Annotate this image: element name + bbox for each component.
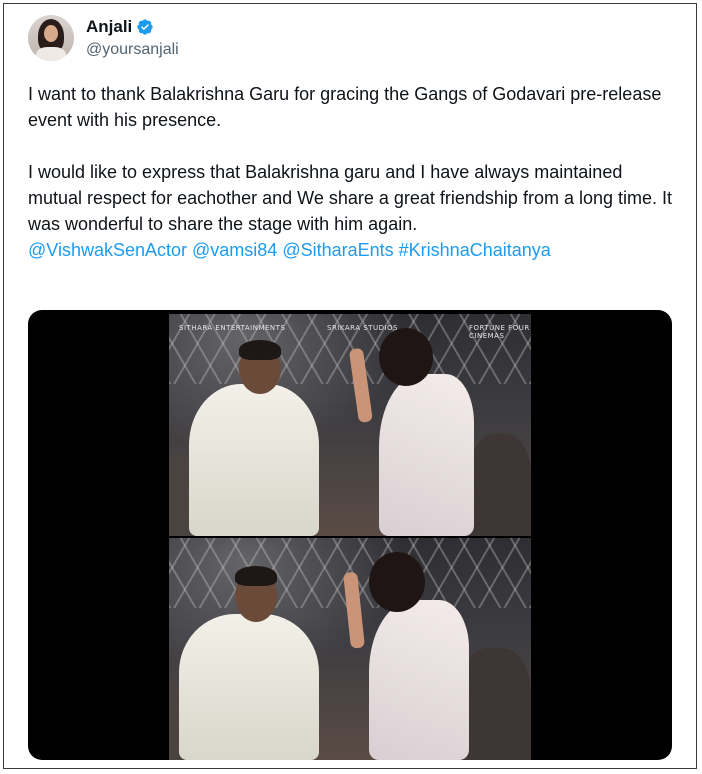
logo-sithara: SITHARA ENTERTAINMENTS bbox=[179, 324, 286, 332]
mention-link[interactable]: @VishwakSenActor bbox=[28, 240, 187, 260]
display-name[interactable]: Anjali bbox=[86, 17, 132, 37]
name-row: Anjali bbox=[86, 17, 179, 37]
avatar[interactable] bbox=[28, 15, 74, 61]
tweet-mentions: @VishwakSenActor @vamsi84 @SitharaEnts #Kri… bbox=[28, 237, 678, 263]
tweet-text: I want to thank Balakrishna Garu for gra… bbox=[28, 81, 678, 263]
logo-studio: SRIKARA STUDIOS bbox=[327, 324, 398, 332]
tweet-paragraph-2: I would like to express that Balakrishna… bbox=[28, 162, 673, 234]
event-photo-bottom bbox=[169, 538, 531, 760]
user-handle[interactable]: @yoursanjali bbox=[86, 41, 179, 59]
event-photo-top: SITHARA ENTERTAINMENTS SRIKARA STUDIOS F… bbox=[169, 314, 531, 536]
logo-fortune: FORTUNE FOUR CINEMAS bbox=[469, 324, 530, 340]
tweet-media[interactable]: SITHARA ENTERTAINMENTS SRIKARA STUDIOS F… bbox=[28, 310, 672, 760]
verified-badge-icon bbox=[137, 19, 153, 35]
author-info: Anjali @yoursanjali bbox=[86, 17, 179, 59]
tweet-card: Anjali @yoursanjali I want to thank Bala… bbox=[3, 3, 697, 769]
tweet-header: Anjali @yoursanjali bbox=[28, 15, 179, 61]
mention-link[interactable]: @SitharaEnts bbox=[282, 240, 393, 260]
hashtag-link[interactable]: #KrishnaChaitanya bbox=[399, 240, 551, 260]
mention-link[interactable]: @vamsi84 bbox=[192, 240, 277, 260]
tweet-paragraph-1: I want to thank Balakrishna Garu for gra… bbox=[28, 84, 662, 130]
